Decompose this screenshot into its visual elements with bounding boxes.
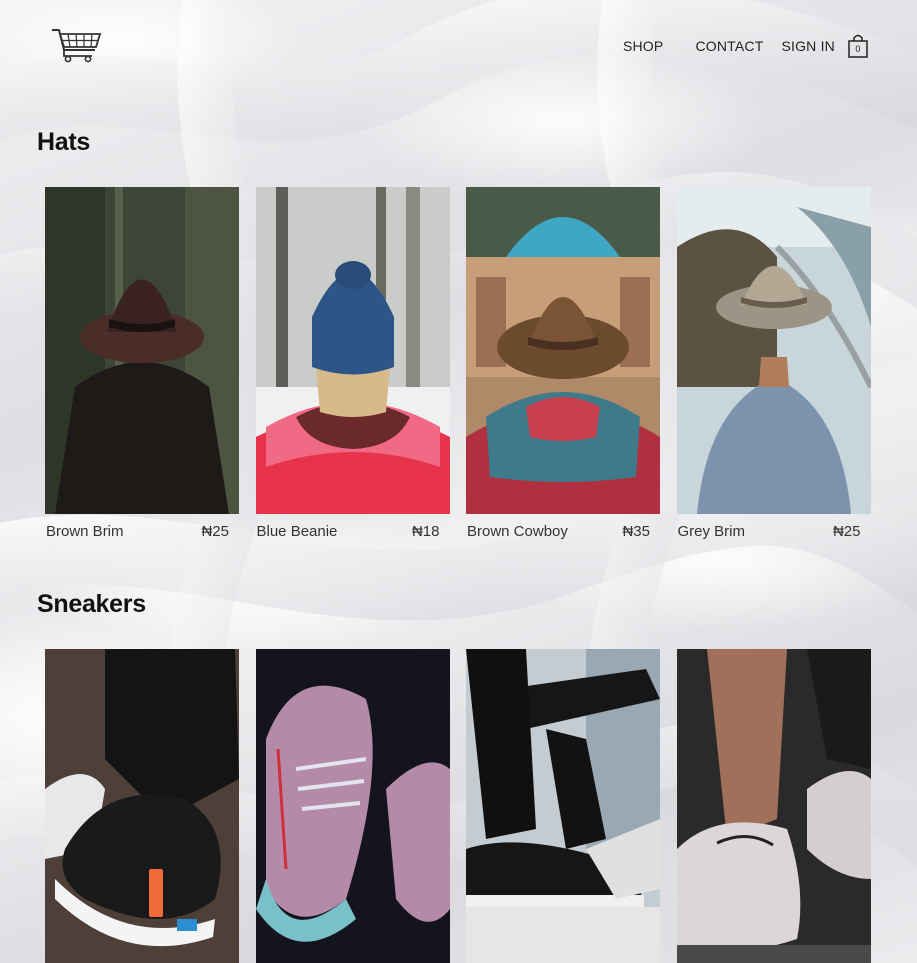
product-card[interactable]: Blue Beanie ₦18	[255, 187, 450, 540]
product-image[interactable]	[466, 649, 660, 963]
logo-link[interactable]	[50, 26, 104, 64]
section-title[interactable]: Sneakers	[37, 590, 146, 619]
nav-contact-link[interactable]: CONTACT	[695, 38, 763, 54]
product-price: ₦18	[411, 523, 440, 540]
product-image[interactable]	[45, 649, 239, 963]
product-name: Grey Brim	[677, 523, 746, 540]
product-card[interactable]: Grey Brim ₦25	[676, 187, 871, 540]
nav-shop-link[interactable]: SHOP	[623, 38, 663, 54]
product-meta: Brown Cowboy ₦35	[466, 523, 660, 540]
product-card[interactable]	[676, 649, 871, 963]
collection-hats: Hats Brown Brim ₦25 Blue Beanie ₦18 Brow…	[0, 128, 917, 568]
product-card[interactable]	[466, 649, 660, 963]
product-name: Brown Brim	[46, 523, 124, 540]
product-card[interactable]: Brown Cowboy ₦35	[466, 187, 660, 540]
product-grid: Brown Brim ₦25 Blue Beanie ₦18 Brown Cow…	[45, 187, 887, 540]
product-card[interactable]	[255, 649, 450, 963]
main-nav: SHOP CONTACT SIGN IN 0	[623, 34, 869, 58]
product-price: ₦25	[201, 523, 229, 540]
product-price: ₦25	[832, 523, 861, 540]
cart-button[interactable]: 0	[847, 34, 869, 58]
product-meta: Brown Brim ₦25	[45, 523, 239, 540]
section-title[interactable]: Hats	[37, 128, 90, 157]
product-meta: Blue Beanie ₦18	[256, 523, 450, 540]
product-price: ₦35	[622, 523, 650, 540]
product-image[interactable]	[676, 649, 871, 963]
cart-count: 0	[855, 44, 861, 54]
product-image[interactable]	[45, 187, 239, 514]
product-name: Blue Beanie	[256, 523, 338, 540]
product-image[interactable]	[255, 187, 450, 514]
product-card[interactable]: Brown Brim ₦25	[45, 187, 239, 540]
product-image[interactable]	[466, 187, 660, 514]
product-meta: Grey Brim ₦25	[677, 523, 871, 540]
product-name: Brown Cowboy	[467, 523, 568, 540]
collection-sneakers: Sneakers	[0, 590, 917, 963]
product-image[interactable]	[676, 187, 871, 514]
product-card[interactable]	[45, 649, 239, 963]
nav-sign-in-link[interactable]: SIGN IN	[781, 38, 835, 54]
shopping-cart-icon	[52, 29, 102, 63]
product-grid	[45, 649, 887, 963]
product-image[interactable]	[255, 649, 450, 963]
site-header: SHOP CONTACT SIGN IN 0	[0, 0, 917, 90]
